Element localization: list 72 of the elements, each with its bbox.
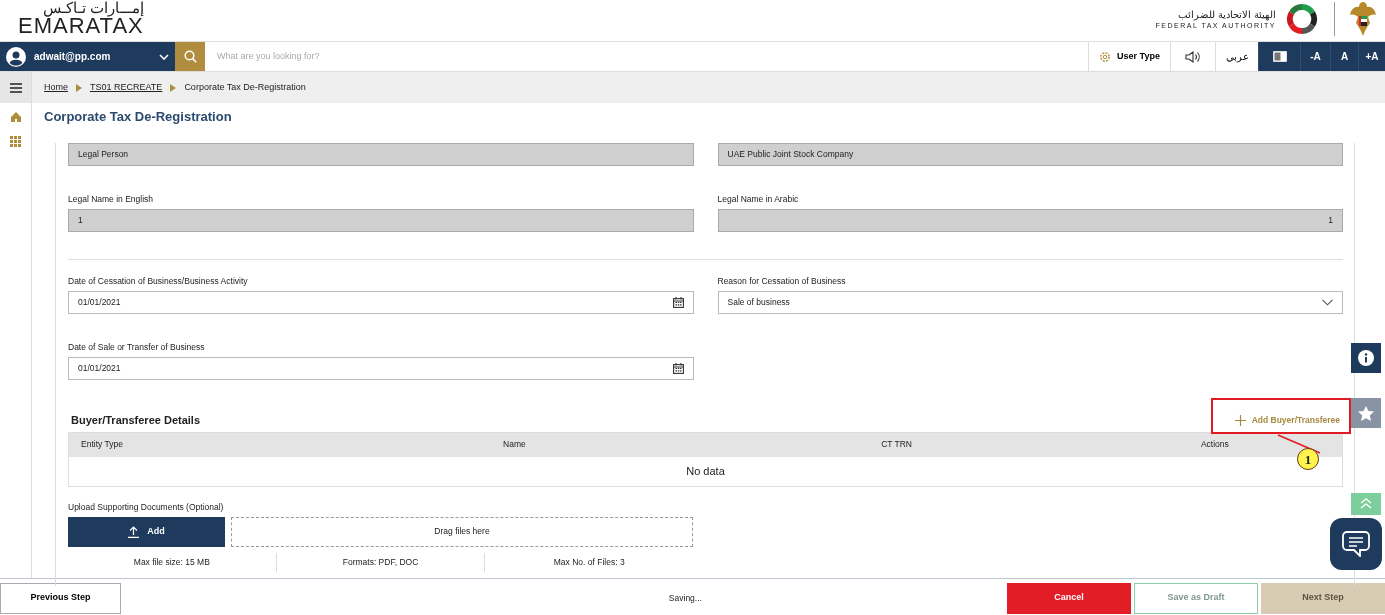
home-button[interactable] (9, 111, 22, 122)
logo-arabic: إمـــارات تـاكـس (42, 0, 144, 15)
drop-zone[interactable]: Drag files here (231, 516, 693, 547)
text-field[interactable]: Legal Person (68, 143, 694, 166)
caret-right-icon (170, 83, 177, 92)
emblem-icon (1349, 0, 1377, 38)
field-label: Reason for Cessation of Business (717, 275, 847, 285)
font-size-button[interactable]: -A (1300, 42, 1330, 71)
date-field[interactable]: 01/01/2021 (68, 357, 694, 380)
caret-right-icon (76, 83, 82, 92)
search-icon (183, 50, 197, 63)
contrast-icon (1272, 51, 1287, 62)
breadcrumb-link[interactable]: TS01 RECREATE (90, 80, 163, 95)
authority-arabic: الهيئة الاتحادية للضرائب (1177, 8, 1276, 21)
column-header: Entity Type (68, 432, 324, 457)
chevron-down-icon (1322, 299, 1333, 306)
callout-number: 1 (1297, 448, 1319, 470)
field-label: Legal Name in Arabic (717, 193, 800, 203)
scroll-top-button[interactable] (1351, 493, 1381, 515)
upload-button[interactable]: Add (68, 516, 225, 547)
field-label: Legal Name in English (68, 193, 155, 203)
home-icon (9, 111, 22, 122)
chevron-down-icon (159, 53, 169, 60)
column-header: CT TRN (705, 432, 1088, 457)
gear-icon (1099, 50, 1112, 63)
font-size-button[interactable]: +A (1358, 42, 1385, 71)
favorite-button[interactable] (1351, 398, 1381, 428)
grid-icon (10, 136, 21, 147)
upload-info: Max No. of Files: 3 (484, 552, 693, 572)
contrast-button[interactable] (1258, 42, 1300, 71)
column-header: Name (323, 432, 706, 457)
upload-info: Formats: PDF, DOC (275, 552, 485, 572)
font-size-button[interactable]: A (1330, 42, 1358, 71)
menu-button[interactable] (9, 80, 22, 95)
empty-message: No data (686, 465, 725, 477)
logo: EMARATAX (18, 15, 144, 37)
calendar-icon (672, 297, 684, 308)
chat-button[interactable] (1330, 518, 1382, 570)
upload-label: Upload Supporting Documents (Optional) (68, 501, 225, 514)
info-button[interactable] (1351, 343, 1381, 373)
user-avatar-icon (6, 46, 26, 67)
field-label: Date of Sale or Transfer of Business (68, 341, 206, 351)
speaker-icon (1185, 50, 1201, 63)
plus-icon (1234, 414, 1246, 426)
chevrons-up-icon (1360, 498, 1372, 509)
column-header: Actions (1087, 432, 1343, 457)
upload-icon (128, 525, 140, 538)
leader-line (1277, 434, 1321, 454)
calendar-icon (672, 363, 684, 374)
breadcrumb-current: Corporate Tax De-Registration (184, 80, 306, 94)
text-field[interactable]: 1 (68, 209, 694, 232)
text-field[interactable]: 1 (717, 209, 1343, 232)
upload-info: Max file size: 15 MB (132, 555, 211, 569)
page-title: Corporate Tax De-Registration (43, 108, 233, 126)
ring-logo-icon (1284, 1, 1320, 37)
menu-icon (9, 83, 22, 94)
user-menu[interactable]: adwait@pp.com (0, 42, 175, 71)
field-label: Date of Cessation of Business/Business Activity (68, 275, 249, 285)
select-field[interactable]: Sale of business (717, 291, 1343, 314)
chat-icon (1342, 531, 1370, 557)
date-field[interactable]: 01/01/2021 (68, 291, 694, 314)
section-title: Buyer/Transferee Details (70, 412, 200, 428)
footer-button[interactable]: Cancel (1007, 582, 1131, 614)
previous-step-button[interactable]: Previous Step (0, 582, 121, 614)
text-field[interactable]: UAE Public Joint Stock Company (717, 143, 1343, 166)
info-icon (1358, 350, 1374, 366)
saving-status: Saving... (668, 591, 703, 605)
search-button[interactable] (175, 42, 205, 71)
apps-button[interactable] (10, 136, 21, 147)
star-icon (1358, 405, 1374, 421)
breadcrumb-link[interactable]: Home (44, 80, 68, 95)
add-buyer-button[interactable]: Add Buyer/Transferee (1231, 413, 1343, 427)
